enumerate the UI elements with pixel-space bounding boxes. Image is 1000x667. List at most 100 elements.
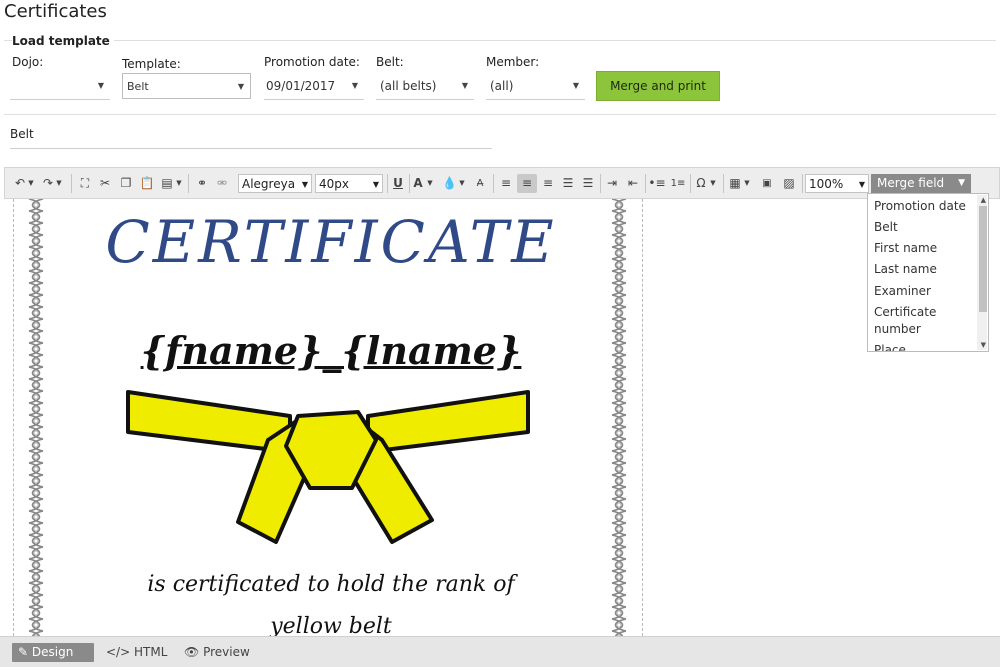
promotion-date-field[interactable]: 09/01/2017 ▼ bbox=[264, 73, 364, 100]
merge-field-label: Merge field bbox=[877, 176, 945, 190]
member-dropdown[interactable]: (all) ▼ bbox=[486, 73, 585, 100]
select-all-icon[interactable]: ⛶ bbox=[77, 174, 93, 193]
preview-mode-tab[interactable]: 👁 Preview bbox=[178, 643, 256, 662]
code-icon: </> bbox=[106, 645, 131, 659]
symbol-icon[interactable]: Ω bbox=[693, 174, 709, 193]
font-size-select[interactable]: 40px ▼ bbox=[315, 174, 383, 193]
align-center-icon[interactable]: ≡ bbox=[517, 174, 537, 193]
belt-value: (all belts) bbox=[380, 79, 437, 93]
page-title: Certificates bbox=[4, 1, 107, 22]
chevron-down-icon[interactable]: ▼ bbox=[743, 174, 751, 193]
clear-format-icon[interactable]: A̶ bbox=[472, 174, 488, 193]
cut-icon[interactable]: ✂ bbox=[97, 174, 113, 193]
name-separator: _ bbox=[322, 328, 342, 373]
load-template-title: Load template bbox=[12, 34, 114, 48]
chevron-down-icon: ▼ bbox=[97, 81, 104, 90]
chevron-down-icon: ▼ bbox=[958, 178, 965, 188]
chevron-down-icon[interactable]: ▼ bbox=[426, 174, 434, 193]
preview-mode-label: Preview bbox=[203, 645, 250, 659]
redo-icon[interactable]: ↷ bbox=[41, 174, 55, 193]
link-icon[interactable]: ⚭ bbox=[194, 174, 210, 193]
fname-field: {fname} bbox=[140, 328, 323, 373]
chevron-down-icon: ▼ bbox=[351, 81, 358, 90]
page-margin-guide bbox=[13, 199, 14, 636]
decorative-border-left bbox=[25, 199, 47, 636]
certificate-names: {fname}_{lname} bbox=[46, 328, 616, 373]
merge-and-print-button[interactable]: Merge and print bbox=[596, 71, 720, 101]
eye-icon: 👁 bbox=[184, 645, 200, 659]
merge-field-item[interactable]: Examiner bbox=[874, 283, 974, 300]
merge-field-item[interactable]: Belt bbox=[874, 219, 974, 236]
bullet-list-icon[interactable]: •≡ bbox=[648, 174, 666, 193]
insert-template-icon[interactable]: ▣ bbox=[758, 174, 776, 193]
unlink-icon[interactable]: ⚮ bbox=[214, 174, 230, 193]
dojo-dropdown[interactable]: ▼ bbox=[10, 73, 110, 100]
font-family-value: Alegreya bbox=[242, 177, 296, 191]
scroll-down-icon[interactable]: ▼ bbox=[981, 341, 986, 349]
certificate-statement: is certificated to hold the rank of bbox=[147, 572, 515, 597]
merge-field-button[interactable]: Merge field ▼ bbox=[871, 174, 971, 193]
table-icon[interactable]: ▦ bbox=[727, 174, 743, 193]
font-color-icon[interactable]: A bbox=[411, 174, 425, 193]
chevron-down-icon[interactable]: ▼ bbox=[55, 174, 63, 193]
chevron-down-icon: ▼ bbox=[858, 180, 865, 189]
chevron-down-icon: ▼ bbox=[301, 180, 308, 189]
merge-field-item[interactable]: Last name bbox=[874, 261, 974, 278]
editor-toolbar: ↶ ▼ ↷ ▼ ⛶ ✂ ❐ 📋 ▤ ▼ ⚭ ⚮ Alegreya ▼ 40px ▼ … bbox=[4, 167, 1000, 199]
page-margin-guide bbox=[642, 199, 643, 636]
scroll-up-icon[interactable]: ▲ bbox=[981, 196, 986, 204]
undo-icon[interactable]: ↶ bbox=[13, 174, 27, 193]
template-name-field[interactable]: Belt bbox=[10, 127, 492, 149]
chevron-down-icon[interactable]: ▼ bbox=[709, 174, 717, 193]
scrollbar-thumb[interactable] bbox=[979, 206, 987, 312]
member-value: (all) bbox=[490, 79, 514, 93]
merge-field-item[interactable]: Promotion date bbox=[874, 198, 974, 215]
copy-icon[interactable]: ❐ bbox=[118, 174, 134, 193]
member-label: Member: bbox=[486, 55, 540, 69]
chevron-down-icon: ▼ bbox=[572, 81, 579, 90]
belt-label: Belt: bbox=[376, 55, 404, 69]
dojo-label: Dojo: bbox=[12, 55, 44, 69]
merge-field-item[interactable]: Certificate number bbox=[874, 304, 954, 338]
template-dropdown[interactable]: Belt ▼ bbox=[122, 73, 251, 99]
yellow-belt-illustration bbox=[126, 390, 530, 544]
merge-field-item[interactable]: First name bbox=[874, 240, 974, 257]
justify-full-icon[interactable]: ☰ bbox=[579, 174, 597, 193]
template-label: Template: bbox=[122, 57, 181, 71]
lname-field: {lname} bbox=[341, 328, 522, 373]
design-mode-tab[interactable]: ✎ Design bbox=[12, 643, 94, 662]
chevron-down-icon[interactable]: ▼ bbox=[458, 174, 466, 193]
certificate-title: CERTIFICATE bbox=[105, 208, 557, 276]
chevron-down-icon: ▼ bbox=[372, 180, 379, 189]
merge-field-item[interactable]: Place bbox=[874, 342, 974, 351]
highlight-icon[interactable]: 💧 bbox=[442, 174, 457, 193]
zoom-value: 100% bbox=[809, 177, 844, 191]
justify-icon[interactable]: ☰ bbox=[559, 174, 577, 193]
chevron-down-icon[interactable]: ▼ bbox=[175, 174, 183, 193]
paste-options-icon[interactable]: ▤ bbox=[159, 174, 175, 193]
html-mode-label: HTML bbox=[133, 645, 168, 659]
template-value: Belt bbox=[127, 80, 149, 93]
chevron-down-icon: ▼ bbox=[237, 82, 244, 91]
pencil-icon: ✎ bbox=[18, 645, 29, 659]
chevron-down-icon[interactable]: ▼ bbox=[27, 174, 35, 193]
font-family-select[interactable]: Alegreya ▼ bbox=[238, 174, 312, 193]
align-right-icon[interactable]: ≡ bbox=[539, 174, 557, 193]
underline-icon[interactable]: U bbox=[390, 174, 406, 193]
font-size-value: 40px bbox=[319, 177, 349, 191]
promotion-date-label: Promotion date: bbox=[264, 55, 360, 69]
belt-dropdown[interactable]: (all belts) ▼ bbox=[376, 73, 474, 100]
editor-mode-bar: ✎ Design </> HTML 👁 Preview bbox=[0, 636, 1000, 667]
promotion-date-value: 09/01/2017 bbox=[266, 79, 336, 93]
image-icon[interactable]: ▨ bbox=[780, 174, 798, 193]
template-name-value: Belt bbox=[10, 127, 34, 141]
indent-icon[interactable]: ⇥ bbox=[603, 174, 621, 193]
zoom-select[interactable]: 100% ▼ bbox=[805, 174, 869, 193]
numbered-list-icon[interactable]: 1≡ bbox=[669, 174, 687, 193]
chevron-down-icon: ▼ bbox=[461, 81, 468, 90]
html-mode-tab[interactable]: </> HTML bbox=[100, 643, 173, 662]
outdent-icon[interactable]: ⇤ bbox=[624, 174, 642, 193]
merge-field-list[interactable]: Promotion date Belt First name Last name… bbox=[867, 193, 989, 352]
align-left-icon[interactable]: ≡ bbox=[497, 174, 515, 193]
paste-icon[interactable]: 📋 bbox=[139, 174, 155, 193]
